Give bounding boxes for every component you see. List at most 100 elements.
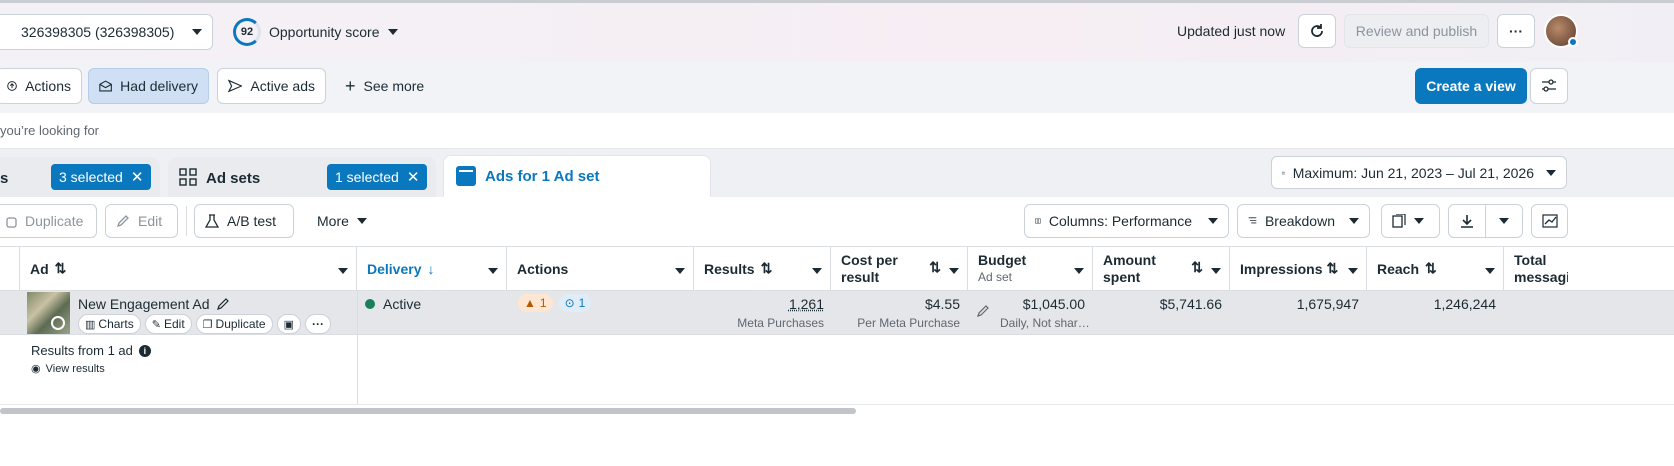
tab-ad-sets-label: Ad sets [206,170,261,187]
column-actions[interactable]: Actions [507,246,694,291]
chevron-down-icon[interactable] [812,268,822,274]
sort-icon: ⇅ [929,259,941,275]
results-value[interactable]: 1,261 [700,296,824,312]
cost-value: $4.55 [924,296,960,312]
tab-ads[interactable]: Ads for 1 Ad set [443,155,711,197]
breakdown-label: Breakdown [1264,213,1335,229]
chevron-down-icon[interactable] [488,268,498,274]
chevron-down-icon[interactable] [1348,268,1358,274]
chevron-down-icon[interactable] [949,268,959,274]
search-row[interactable]: you’re looking for [0,113,1674,149]
sliders-icon [1542,79,1556,92]
review-publish-label: Review and publish [1355,23,1478,39]
ad-quick-actions: ▥ Charts ✎ Edit ❐ Duplicate ▣ ··· [78,314,331,334]
columns-button[interactable]: Columns: Performance [1024,204,1229,238]
ab-test-button[interactable]: A/B test [194,204,294,238]
export-button[interactable] [1448,204,1486,238]
envelope-icon [99,80,112,92]
charts-label: Charts [98,317,134,331]
chevron-down-icon[interactable] [675,268,685,274]
column-total-messaging[interactable]: Total messagin [1504,246,1568,291]
tab-campaigns[interactable]: s 3 selected ✕ [0,157,160,197]
row-preview-button[interactable]: ▣ [276,314,301,334]
column-ad-label: Ad [30,260,49,277]
filter-active-ads-label: Active ads [250,78,315,94]
breakdown-button[interactable]: Breakdown [1237,204,1370,238]
arrow-circle-icon [7,81,17,91]
more-menu-button[interactable]: More [317,213,367,229]
column-select [0,246,20,291]
charts-button[interactable]: ▥ Charts [78,314,141,334]
arrow-down-icon: ↓ [427,260,435,277]
column-ad[interactable]: Ad ⇅ [20,246,357,291]
pencil-icon [116,215,129,228]
chevron-down-icon[interactable] [1485,268,1495,274]
row-actions[interactable]: ▲ 1 ⊙ 1 [518,294,592,312]
close-icon[interactable]: ✕ [407,168,420,186]
chevron-down-icon[interactable] [338,268,348,274]
column-total-messaging-label: Total messagin [1514,252,1568,285]
reports-button[interactable] [1381,204,1440,238]
view-results-link[interactable]: ◉ View results [31,362,105,376]
review-publish-button[interactable]: Review and publish [1344,14,1489,48]
columns-icon [1035,218,1041,224]
tab-ad-sets[interactable]: Ad sets 1 selected ✕ [168,157,436,197]
score-ring: 92 [233,18,261,46]
recommendation-badge[interactable]: ⊙ 1 [558,294,592,312]
columns-label: Columns: Performance [1048,213,1192,229]
avatar[interactable] [1544,14,1578,48]
chevron-down-icon[interactable] [1211,268,1221,274]
horizontal-scrollbar[interactable] [0,408,856,414]
pencil-icon[interactable] [216,297,230,311]
report-icon [1392,214,1406,228]
opportunity-score[interactable]: 92 Opportunity score [233,18,398,46]
grid-icon [179,168,197,186]
column-cost-per-result[interactable]: Cost per result ⇅ [831,246,968,291]
edit-button[interactable]: Edit [105,204,178,238]
column-budget-sub: Ad set [978,269,1013,284]
chevron-down-icon[interactable] [1074,268,1084,274]
ad-thumbnail[interactable] [27,292,70,334]
date-range-picker[interactable]: Maximum: Jun 21, 2023 – Jul 21, 2026 [1271,156,1567,189]
close-icon[interactable]: ✕ [131,168,144,186]
row-duplicate-button[interactable]: ❐ Duplicate [195,314,273,334]
create-view-button[interactable]: Create a view [1415,68,1527,104]
charts-toggle-button[interactable] [1531,204,1568,238]
active-dot-icon [365,299,375,309]
column-results[interactable]: Results ⇅ [694,246,831,291]
column-delivery[interactable]: Delivery ↓ [357,246,507,291]
adsets-selected-chip[interactable]: 1 selected ✕ [327,164,428,190]
chevron-down-icon [1546,169,1556,176]
row-edit-button[interactable]: ✎ Edit [144,314,192,334]
row-more-button[interactable]: ··· [304,314,331,334]
eye-icon: ◉ [31,363,41,375]
column-delivery-label: Delivery [367,260,422,277]
see-more-button[interactable]: + See more [345,77,424,95]
filter-actions[interactable]: Actions [0,68,82,104]
pencil-icon[interactable] [976,304,990,318]
filter-had-delivery[interactable]: Had delivery [88,68,209,104]
warning-badge[interactable]: ▲ 1 [518,294,553,312]
column-impressions[interactable]: Impressions ⇅ [1230,246,1367,291]
ad-name[interactable]: New Engagement Ad [78,296,230,312]
info-icon[interactable]: i [138,344,151,357]
refresh-button[interactable] [1298,14,1336,48]
account-selector[interactable]: 326398305 (326398305) [0,14,213,50]
summary-label: Results from 1 ad [31,343,133,358]
more-options-button[interactable]: ··· [1497,14,1535,48]
ellipsis-icon: ··· [1509,23,1523,39]
column-reach[interactable]: Reach ⇅ [1367,246,1504,291]
column-budget[interactable]: Budget Ad set [968,246,1093,291]
filter-settings-button[interactable] [1530,68,1568,104]
campaigns-selected-chip[interactable]: 3 selected ✕ [51,164,152,190]
column-amount-spent[interactable]: Amount spent ⇅ [1093,246,1230,291]
duplicate-button[interactable]: Duplicate [0,204,97,238]
export-menu-button[interactable] [1485,204,1523,238]
chevron-down-icon [1349,218,1359,224]
budget-value: $1,045.00 [1022,296,1085,312]
arrow-circle-icon: ⊙ [564,296,575,310]
clock-icon [51,316,65,330]
filter-active-ads[interactable]: Active ads [217,68,326,104]
row-edit-label: Edit [163,317,185,331]
recommendation-count: 1 [578,296,586,310]
